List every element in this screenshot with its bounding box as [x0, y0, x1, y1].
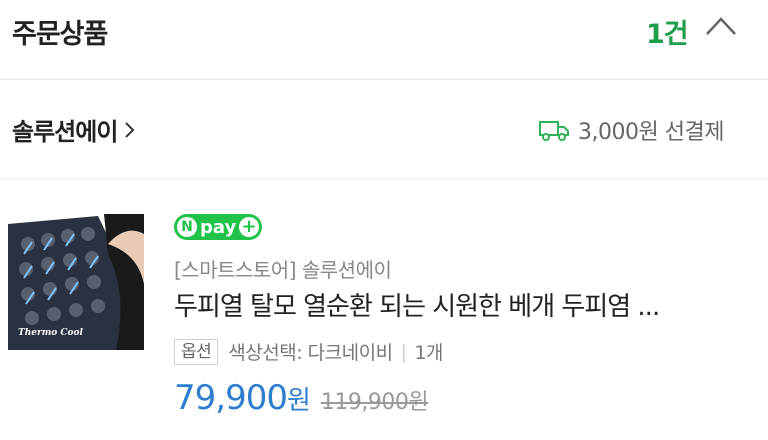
item-count: 1건 [646, 19, 689, 50]
quantity: 1개 [414, 342, 444, 364]
price-unit: 원 [286, 386, 311, 416]
option-row: 옵션 색상선택: 다크네이비 | 1개 [174, 338, 444, 365]
sale-price: 79,900 [174, 378, 288, 418]
product-item[interactable]: Thermo Cool N pay + [스마트스토어] 솔루션에이 두피열 탈… [0, 180, 768, 440]
seller-row: 솔루션에이 3,000원 선결제 [0, 80, 768, 180]
price-row: 79,900 원 119,900원 [174, 378, 429, 418]
chevron-up-icon[interactable] [704, 14, 738, 38]
plus-icon: + [239, 217, 259, 237]
npay-n-icon: N [177, 217, 197, 237]
seller-link[interactable]: 솔루션에이 [12, 112, 135, 147]
shipping-text: 3,000원 선결제 [578, 120, 724, 145]
option-value: 색상선택: 다크네이비 [228, 342, 393, 364]
npay-badge: N pay + [174, 214, 262, 240]
seller-name: 솔루션에이 [12, 118, 118, 146]
thumbnail-label: Thermo Cool [18, 328, 83, 338]
npay-label: pay [200, 216, 237, 238]
product-thumbnail[interactable]: Thermo Cool [8, 214, 144, 350]
truck-icon [539, 121, 569, 141]
order-items-header[interactable]: 주문상품 1건 [0, 0, 768, 80]
store-name: [스마트스토어] 솔루션에이 [174, 258, 392, 282]
original-price: 119,900원 [320, 390, 429, 415]
chevron-right-icon [125, 121, 135, 138]
shipping-info: 3,000원 선결제 [538, 114, 724, 146]
option-tag: 옵션 [174, 338, 219, 365]
section-title: 주문상품 [12, 19, 108, 50]
product-title[interactable]: 두피열 탈모 열순환 되는 시원한 베개 두피염 ... [174, 286, 734, 323]
divider: | [400, 340, 407, 363]
